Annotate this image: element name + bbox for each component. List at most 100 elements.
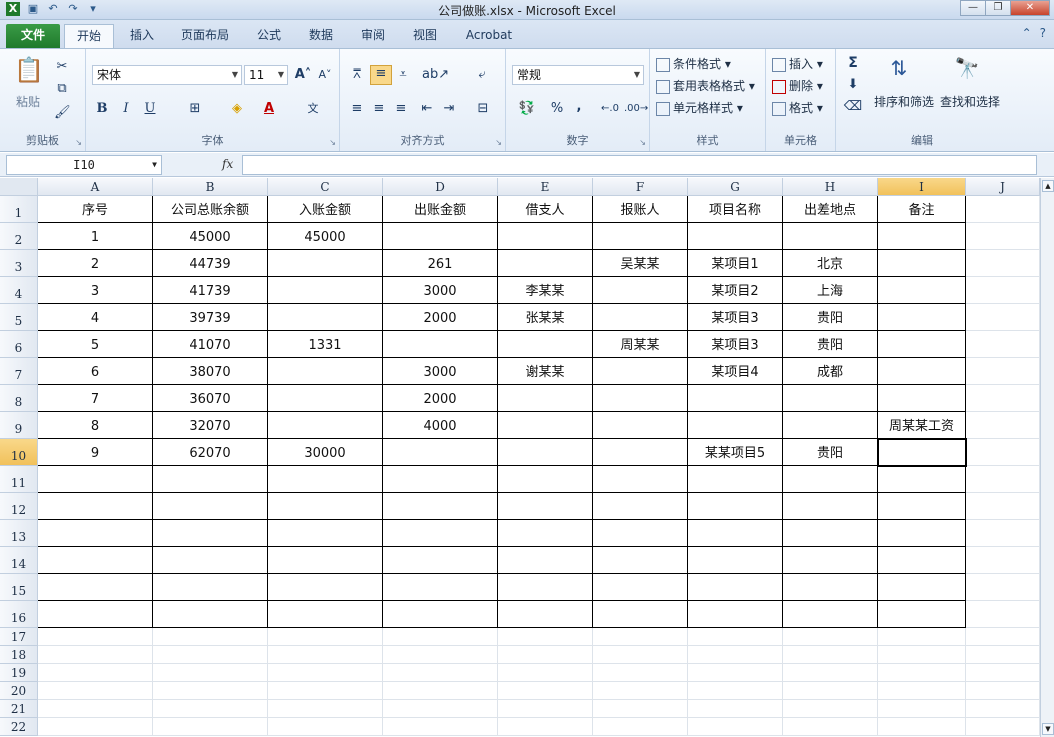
cell-f3[interactable]: 吴某某 — [593, 250, 688, 277]
row-header-1[interactable]: 1 — [0, 196, 38, 223]
cell-h13[interactable] — [783, 520, 878, 547]
copy-icon[interactable]: ⧉ — [54, 81, 70, 97]
column-header-h[interactable]: H — [783, 178, 878, 196]
italic-button[interactable]: I — [118, 101, 134, 117]
cell-a9[interactable]: 8 — [38, 412, 153, 439]
cell-d10[interactable] — [383, 439, 498, 466]
cell-i11[interactable] — [878, 466, 966, 493]
cell-e3[interactable] — [498, 250, 593, 277]
find-select-icon[interactable]: 🔭 — [952, 53, 982, 83]
cell-g5[interactable]: 某项目3 — [688, 304, 783, 331]
insert-cells-button[interactable]: 插入 ▾ — [772, 55, 823, 72]
cell-e9[interactable] — [498, 412, 593, 439]
row-header-9[interactable]: 9 — [0, 412, 38, 439]
decrease-decimal-icon[interactable]: .00→ — [624, 101, 648, 117]
help-icon[interactable]: ? — [1040, 26, 1046, 40]
column-header-c[interactable]: C — [268, 178, 383, 196]
cell-j15[interactable] — [966, 574, 1040, 601]
cell-j14[interactable] — [966, 547, 1040, 574]
cell-h11[interactable] — [783, 466, 878, 493]
cell-h3[interactable]: 北京 — [783, 250, 878, 277]
cell-j18[interactable] — [966, 646, 1040, 664]
cell-h19[interactable] — [783, 664, 878, 682]
cell-c7[interactable] — [268, 358, 383, 385]
cell-b12[interactable] — [153, 493, 268, 520]
cell-e8[interactable] — [498, 385, 593, 412]
paste-icon[interactable]: 📋 — [14, 55, 44, 85]
sort-filter-icon[interactable]: ⇅ — [884, 53, 914, 83]
underline-button[interactable]: U — [142, 101, 158, 117]
cell-e18[interactable] — [498, 646, 593, 664]
cell-a18[interactable] — [38, 646, 153, 664]
cell-g2[interactable] — [688, 223, 783, 250]
cell-b1[interactable]: 公司总账余额 — [153, 196, 268, 223]
decrease-indent-icon[interactable]: ⇤ — [418, 101, 436, 117]
cell-f19[interactable] — [593, 664, 688, 682]
cell-f2[interactable] — [593, 223, 688, 250]
cell-e12[interactable] — [498, 493, 593, 520]
cell-c4[interactable] — [268, 277, 383, 304]
cell-f11[interactable] — [593, 466, 688, 493]
row-header-8[interactable]: 8 — [0, 385, 38, 412]
cell-d7[interactable]: 3000 — [383, 358, 498, 385]
cell-i8[interactable] — [878, 385, 966, 412]
cell-a12[interactable] — [38, 493, 153, 520]
cell-i16[interactable] — [878, 601, 966, 628]
minimize-button[interactable]: — — [960, 0, 986, 16]
cell-e13[interactable] — [498, 520, 593, 547]
format-cells-button[interactable]: 格式 ▾ — [772, 99, 823, 116]
cell-i22[interactable] — [878, 718, 966, 736]
cell-h4[interactable]: 上海 — [783, 277, 878, 304]
cell-c6[interactable]: 1331 — [268, 331, 383, 358]
cell-b10[interactable]: 62070 — [153, 439, 268, 466]
format-as-table-button[interactable]: 套用表格格式 ▾ — [656, 77, 755, 94]
dialog-launcher-icon[interactable]: ↘ — [495, 138, 502, 147]
cell-f20[interactable] — [593, 682, 688, 700]
cell-c14[interactable] — [268, 547, 383, 574]
cell-d19[interactable] — [383, 664, 498, 682]
cell-g8[interactable] — [688, 385, 783, 412]
cell-j2[interactable] — [966, 223, 1040, 250]
cell-d3[interactable]: 261 — [383, 250, 498, 277]
row-header-15[interactable]: 15 — [0, 574, 38, 601]
cell-g12[interactable] — [688, 493, 783, 520]
cell-h16[interactable] — [783, 601, 878, 628]
cell-d12[interactable] — [383, 493, 498, 520]
cell-d6[interactable] — [383, 331, 498, 358]
column-header-f[interactable]: F — [593, 178, 688, 196]
cell-i6[interactable] — [878, 331, 966, 358]
cell-a21[interactable] — [38, 700, 153, 718]
column-header-b[interactable]: B — [153, 178, 268, 196]
borders-icon[interactable]: ⊞ — [184, 101, 206, 117]
align-bottom-icon[interactable]: ⩡ — [394, 67, 412, 83]
row-header-22[interactable]: 22 — [0, 718, 38, 736]
cell-f7[interactable] — [593, 358, 688, 385]
select-all-corner[interactable] — [0, 178, 38, 196]
merge-center-icon[interactable]: ⊟ — [472, 101, 494, 117]
percent-style-button[interactable]: % — [550, 101, 564, 117]
cell-g1[interactable]: 项目名称 — [688, 196, 783, 223]
cell-e17[interactable] — [498, 628, 593, 646]
cell-b17[interactable] — [153, 628, 268, 646]
cell-g7[interactable]: 某项目4 — [688, 358, 783, 385]
cell-i20[interactable] — [878, 682, 966, 700]
cell-d18[interactable] — [383, 646, 498, 664]
cell-c11[interactable] — [268, 466, 383, 493]
cell-j16[interactable] — [966, 601, 1040, 628]
cell-a2[interactable]: 1 — [38, 223, 153, 250]
cell-f21[interactable] — [593, 700, 688, 718]
cell-b21[interactable] — [153, 700, 268, 718]
cell-a11[interactable] — [38, 466, 153, 493]
cell-styles-button[interactable]: 单元格样式 ▾ — [656, 99, 743, 116]
cell-a22[interactable] — [38, 718, 153, 736]
cell-i4[interactable] — [878, 277, 966, 304]
cell-b3[interactable]: 44739 — [153, 250, 268, 277]
cell-b22[interactable] — [153, 718, 268, 736]
insert-function-button[interactable]: fx — [222, 157, 233, 171]
cell-g16[interactable] — [688, 601, 783, 628]
row-header-12[interactable]: 12 — [0, 493, 38, 520]
cell-g6[interactable]: 某项目3 — [688, 331, 783, 358]
column-header-d[interactable]: D — [383, 178, 498, 196]
cell-b20[interactable] — [153, 682, 268, 700]
align-center-icon[interactable]: ≡ — [370, 101, 388, 117]
